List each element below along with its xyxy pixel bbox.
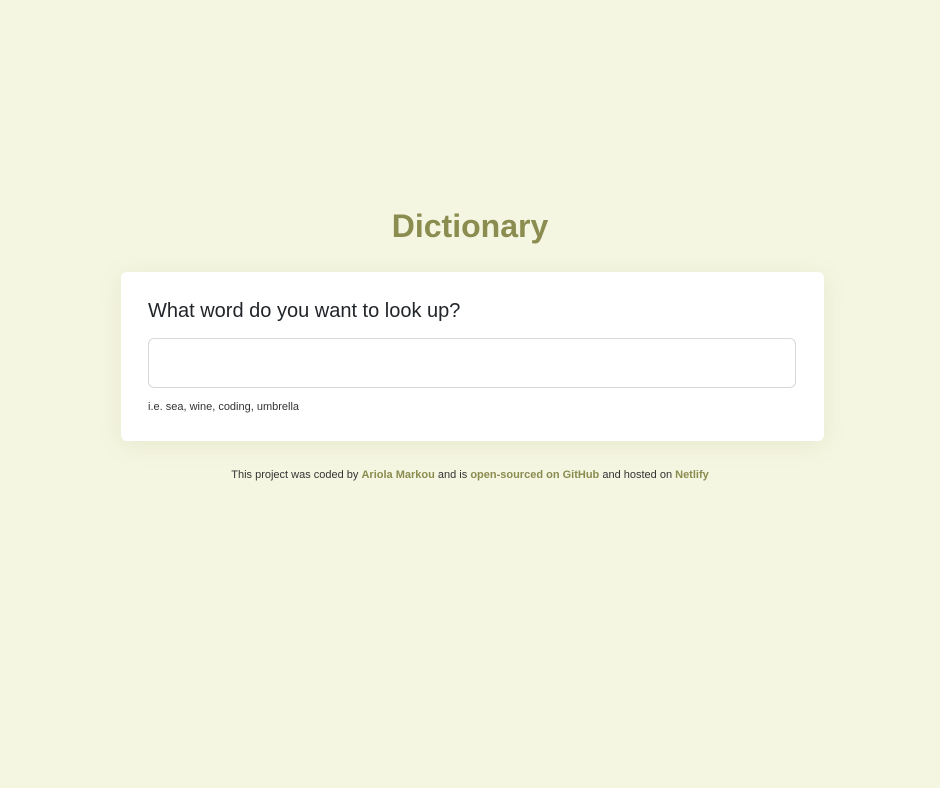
app-title: Dictionary [391, 208, 549, 244]
footer-text-2: and is [437, 469, 468, 481]
search-hint: i.e. sea, wine, coding, umbrella [148, 401, 300, 413]
search-input[interactable] [148, 338, 796, 388]
netlify-link[interactable]: Netlify [675, 469, 709, 481]
author-link[interactable]: Ariola Markou [361, 469, 434, 481]
page: Dictionary What word do you want to look… [0, 0, 940, 788]
footer-text-3: and hosted on [602, 469, 673, 481]
footer: This project was coded by Ariola Markou … [0, 468, 940, 482]
search-card: What word do you want to look up? i.e. s… [121, 272, 824, 441]
search-question: What word do you want to look up? [148, 300, 461, 322]
github-link[interactable]: open-sourced on GitHub [470, 469, 599, 481]
footer-text-1: This project was coded by [231, 469, 359, 481]
